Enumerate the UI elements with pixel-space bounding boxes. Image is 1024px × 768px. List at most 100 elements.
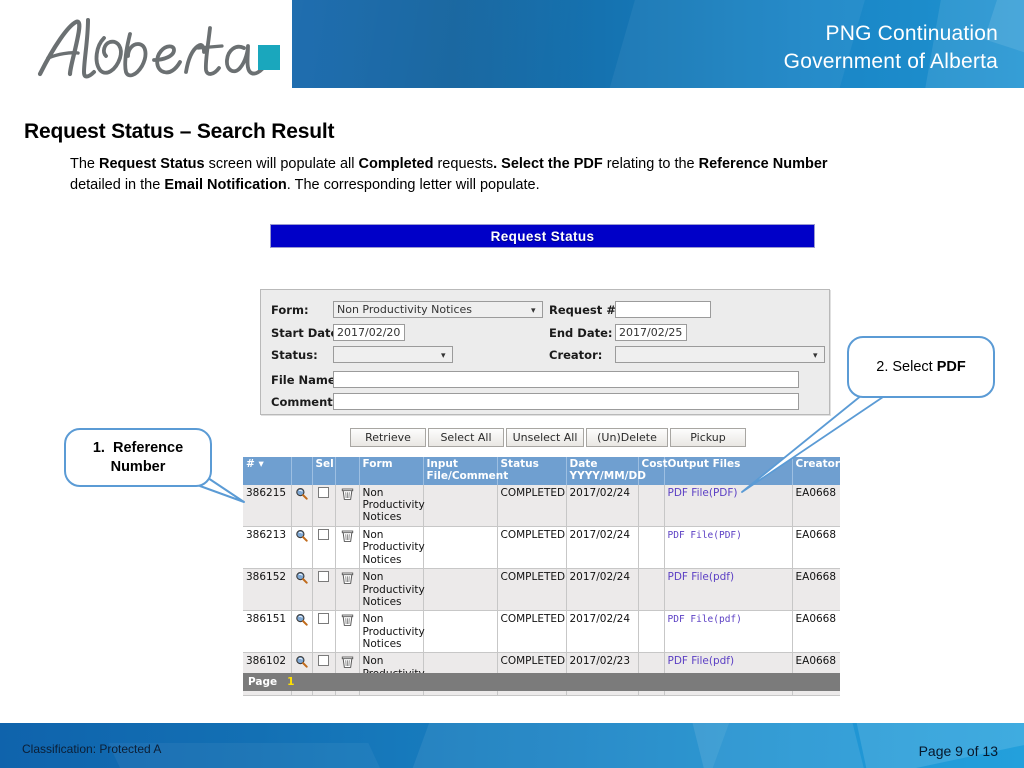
magnifier-icon[interactable] (295, 655, 308, 669)
cell-input-file-comment (423, 610, 498, 654)
header-title: PNG Continuation Government of Alberta (784, 20, 998, 75)
cell-request-number: 386151 (243, 610, 292, 654)
cell-cost (638, 610, 665, 654)
trash-icon[interactable] (341, 613, 354, 627)
start-date-input[interactable]: 2017/02/20 (333, 324, 405, 341)
cell-delete-action[interactable] (335, 526, 360, 570)
cell-status: COMPLETED (497, 484, 567, 527)
status-select[interactable]: ▾ (333, 346, 453, 363)
th-input-line2: File/Comment (426, 469, 509, 482)
th-creator: Creator (792, 457, 840, 485)
cell-form: Non Productivity Notices (359, 568, 425, 612)
cell-input-file-comment (423, 568, 498, 612)
table-row[interactable]: 386215 Non Productivity Notices COMPLETED 2… (243, 484, 840, 527)
chevron-down-icon: ▾ (531, 305, 536, 316)
header-title-line1: PNG Continuation (825, 22, 998, 45)
magnifier-icon[interactable] (295, 613, 308, 626)
cell-output-files[interactable]: PDF File(pdf) (664, 568, 793, 612)
th-input-line1: Input (426, 458, 458, 470)
cell-select-checkbox[interactable] (312, 526, 336, 570)
retrieve-button[interactable]: Retrieve (350, 428, 426, 447)
form-select-value: Non Productivity Notices (337, 303, 473, 316)
magnifier-icon[interactable] (295, 487, 308, 500)
callout-reference-number: 1. Reference Number (64, 428, 212, 487)
cell-delete-action[interactable] (335, 568, 360, 612)
row-checkbox[interactable] (318, 571, 329, 583)
cell-date: 2017/02/24 (566, 610, 639, 654)
cell-creator: EA0668 (792, 484, 840, 527)
alberta-logo (37, 18, 280, 79)
creator-select[interactable]: ▾ (615, 346, 825, 363)
body-part: The (70, 156, 100, 172)
table-row[interactable]: 386152 Non Productivity Notices COMPLETED 2… (243, 568, 840, 612)
body-part: screen will populate all (204, 156, 359, 172)
trash-icon[interactable] (341, 655, 354, 669)
row-checkbox[interactable] (318, 655, 329, 667)
cell-form: Non Productivity Notices (359, 484, 425, 527)
table-row[interactable]: 386213 Non Productivity Notices COMPLETED 2… (243, 526, 840, 570)
callout-2-text: 2. Select PDF (876, 358, 965, 377)
trash-icon[interactable] (341, 571, 354, 585)
table-row[interactable]: 386151 Non Productivity Notices COMPLETED 2… (243, 610, 840, 654)
page-title: Request Status – Search Result (24, 120, 335, 143)
form-select[interactable]: Non Productivity Notices ▾ (333, 301, 543, 318)
cell-view-action[interactable] (291, 568, 313, 612)
end-date-input[interactable]: 2017/02/25 (615, 324, 687, 341)
cell-creator: EA0668 (792, 610, 840, 654)
cell-select-checkbox[interactable] (312, 484, 336, 527)
row-checkbox[interactable] (318, 529, 329, 540)
footer-classification: Classification: Protected A (22, 742, 162, 756)
body-part: requests (433, 156, 494, 172)
cell-form: Non Productivity Notices (359, 526, 425, 570)
cell-select-checkbox[interactable] (312, 610, 336, 654)
trash-icon[interactable] (341, 487, 354, 501)
magnifier-icon[interactable] (295, 571, 308, 584)
footer-band: Classification: Protected A Page 9 of 13 (0, 723, 1024, 768)
body-bold-email-notification: Email Notification (164, 177, 287, 194)
pdf-file-link[interactable]: PDF File(pdf) (668, 655, 735, 667)
page-number[interactable]: 1 (287, 676, 294, 688)
pdf-file-link[interactable]: PDF File(pdf) (668, 571, 735, 583)
status-label: Status: (271, 347, 318, 362)
cell-view-action[interactable] (291, 610, 313, 654)
th-form: Form (359, 457, 424, 485)
comment-input[interactable] (333, 393, 799, 410)
select-all-button[interactable]: Select All (428, 428, 504, 447)
row-checkbox[interactable] (318, 486, 329, 498)
cell-view-action[interactable] (291, 484, 313, 527)
magnifier-icon[interactable] (295, 529, 308, 542)
un-delete-button[interactable]: (Un)Delete (586, 428, 668, 447)
pickup-button[interactable]: Pickup (670, 428, 746, 447)
trash-icon[interactable] (341, 529, 354, 543)
cell-view-action[interactable] (291, 526, 313, 570)
request-number-input[interactable] (615, 301, 711, 318)
cell-output-files[interactable]: PDF File(PDF) (664, 526, 793, 570)
cell-status: COMPLETED (497, 526, 567, 570)
start-date-label: Start Date: (271, 325, 343, 340)
file-name-input[interactable] (333, 371, 799, 388)
th-date-line1: Date (569, 458, 598, 470)
pdf-file-link[interactable]: PDF File(PDF) (668, 487, 738, 499)
form-label: Form: (271, 302, 309, 317)
unselect-all-button[interactable]: Unselect All (506, 428, 584, 447)
cell-delete-action[interactable] (335, 610, 360, 654)
th-number[interactable]: # ▾ (243, 457, 292, 485)
action-button-row: Retrieve Select All Unselect All (Un)Del… (350, 428, 746, 447)
cell-cost (638, 568, 665, 612)
cell-delete-action[interactable] (335, 484, 360, 527)
cell-output-files[interactable]: PDF File(PDF) (664, 484, 793, 527)
chevron-down-icon: ▾ (813, 350, 818, 361)
cell-cost (638, 526, 665, 570)
pdf-file-link[interactable]: PDF File(pdf) (668, 614, 742, 625)
table-pagination-footer: Page 1 (243, 673, 840, 691)
pdf-file-link[interactable]: PDF File(PDF) (668, 530, 742, 541)
header-band: PNG Continuation Government of Alberta (292, 0, 1024, 88)
row-checkbox[interactable] (318, 613, 329, 625)
th-delete (335, 457, 360, 485)
cell-select-checkbox[interactable] (312, 568, 336, 612)
th-input-file-comment: Input File/Comment (423, 457, 508, 485)
cell-output-files[interactable]: PDF File(pdf) (664, 610, 793, 654)
cell-status: COMPLETED (497, 568, 567, 612)
cell-input-file-comment (423, 484, 498, 527)
creator-label: Creator: (549, 347, 603, 362)
